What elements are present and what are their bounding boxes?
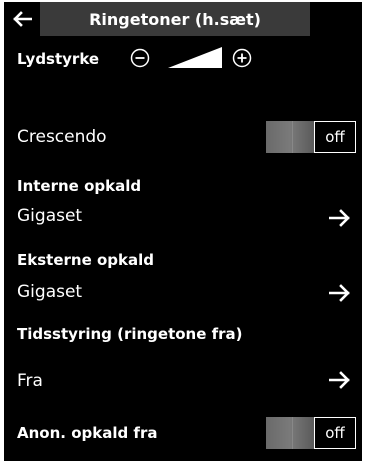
volume-control <box>130 40 252 76</box>
header: Ringetoner (h.sæt) <box>4 2 362 38</box>
toggle-knob <box>266 417 314 449</box>
toggle-state: off <box>314 417 356 449</box>
back-arrow-icon <box>13 11 32 27</box>
anon-calls-toggle[interactable]: off <box>266 417 356 449</box>
phone-screen: Ringetoner (h.sæt) Lydstyrke Crescendo o… <box>4 2 362 461</box>
page-title: Ringetoner (h.sæt) <box>89 9 261 29</box>
external-calls-heading: Eksterne opkald <box>17 251 154 269</box>
right-arrow-icon <box>329 209 350 227</box>
anon-calls-label: Anon. opkald fra <box>17 424 158 442</box>
right-arrow-icon <box>329 284 350 302</box>
volume-up-button[interactable] <box>232 48 252 68</box>
internal-calls-value[interactable]: Gigaset <box>17 206 82 226</box>
internal-calls-arrow-button[interactable] <box>326 206 354 230</box>
back-button[interactable] <box>4 2 40 36</box>
volume-label: Lydstyrke <box>17 50 100 68</box>
crescendo-toggle[interactable]: off <box>266 121 356 153</box>
toggle-state: off <box>314 121 356 153</box>
volume-down-button[interactable] <box>130 48 150 68</box>
time-control-value[interactable]: Fra <box>17 371 43 391</box>
page-title-bar: Ringetoner (h.sæt) <box>40 2 310 36</box>
crescendo-label: Crescendo <box>17 127 107 147</box>
volume-up-icon <box>232 48 252 68</box>
toggle-knob <box>266 121 314 153</box>
external-calls-arrow-button[interactable] <box>326 281 354 305</box>
external-calls-value[interactable]: Gigaset <box>17 282 82 302</box>
time-control-arrow-button[interactable] <box>326 368 354 392</box>
internal-calls-heading: Interne opkald <box>17 177 142 195</box>
volume-down-icon <box>130 48 150 68</box>
volume-level-wedge[interactable] <box>168 47 222 69</box>
right-arrow-icon <box>329 371 350 389</box>
time-control-heading: Tidsstyring (ringetone fra) <box>17 325 243 343</box>
